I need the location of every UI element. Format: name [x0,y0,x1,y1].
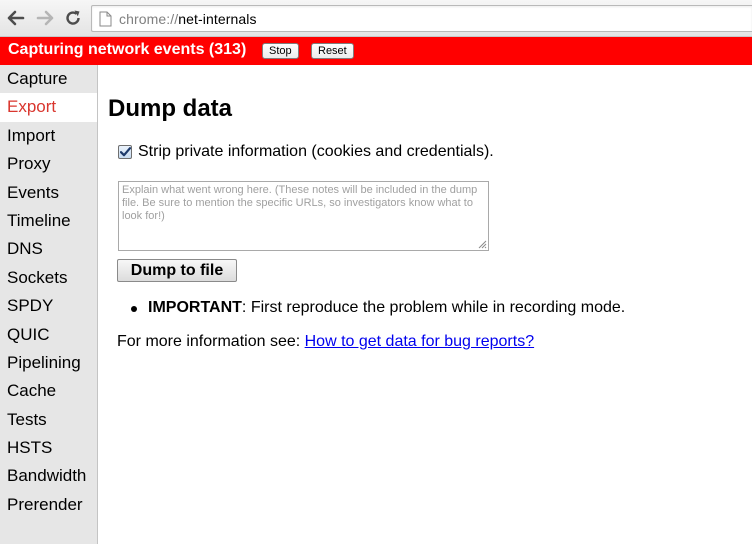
sidebar-item-export[interactable]: Export [0,93,97,122]
checkmark-icon [119,147,131,157]
sidebar-item-capture[interactable]: Capture [0,65,97,93]
reload-icon [66,10,80,25]
notes-textarea[interactable] [118,181,489,251]
strip-private-checkbox[interactable] [118,145,132,159]
dump-to-file-button[interactable]: Dump to file [117,259,237,282]
back-arrow-icon [7,10,25,26]
bullet-dot [131,306,137,312]
important-label: IMPORTANT [148,299,242,316]
export-panel: Dump data Strip private information (coo… [99,65,752,544]
status-bar: Capturing network events (313) Stop Rese… [0,37,752,65]
important-note: IMPORTANT: First reproduce the problem w… [148,299,625,317]
resize-grip-icon[interactable] [478,240,487,249]
browser-toolbar: chrome://net-internals [0,0,752,37]
sidebar-item-hsts[interactable]: HSTS [0,434,97,462]
forward-button[interactable] [35,8,55,28]
page-title: Dump data [108,95,233,122]
back-button[interactable] [6,8,26,28]
sidebar-item-events[interactable]: Events [0,179,97,207]
more-info-text: For more information see: [117,333,305,350]
sidebar: Capture Export Import Proxy Events Timel… [0,65,98,544]
url-scheme: chrome:// [119,11,179,27]
important-text: : First reproduce the problem while in r… [241,299,626,316]
sidebar-item-cache[interactable]: Cache [0,377,97,405]
forward-arrow-icon [36,10,54,26]
reload-button[interactable] [63,8,83,28]
sidebar-item-import[interactable]: Import [0,122,97,150]
address-bar[interactable]: chrome://net-internals [91,5,752,32]
page-icon [99,11,112,27]
sidebar-item-pipelining[interactable]: Pipelining [0,349,97,377]
sidebar-item-prerender[interactable]: Prerender [0,491,97,519]
more-info: For more information see: How to get dat… [117,333,534,351]
url-host: net-internals [178,11,257,27]
status-text: Capturing network events (313) [8,41,247,58]
sidebar-item-sockets[interactable]: Sockets [0,264,97,292]
sidebar-item-bandwidth[interactable]: Bandwidth [0,462,97,490]
sidebar-item-spdy[interactable]: SPDY [0,292,97,320]
reset-button[interactable]: Reset [311,43,354,59]
sidebar-item-quic[interactable]: QUIC [0,321,97,349]
strip-private-label[interactable]: Strip private information (cookies and c… [138,143,494,161]
sidebar-item-dns[interactable]: DNS [0,235,97,263]
bug-report-link[interactable]: How to get data for bug reports? [305,333,534,350]
sidebar-item-timeline[interactable]: Timeline [0,207,97,235]
sidebar-item-tests[interactable]: Tests [0,406,97,434]
sidebar-item-proxy[interactable]: Proxy [0,150,97,178]
stop-button[interactable]: Stop [262,43,299,59]
url-text: chrome://net-internals [119,11,257,27]
